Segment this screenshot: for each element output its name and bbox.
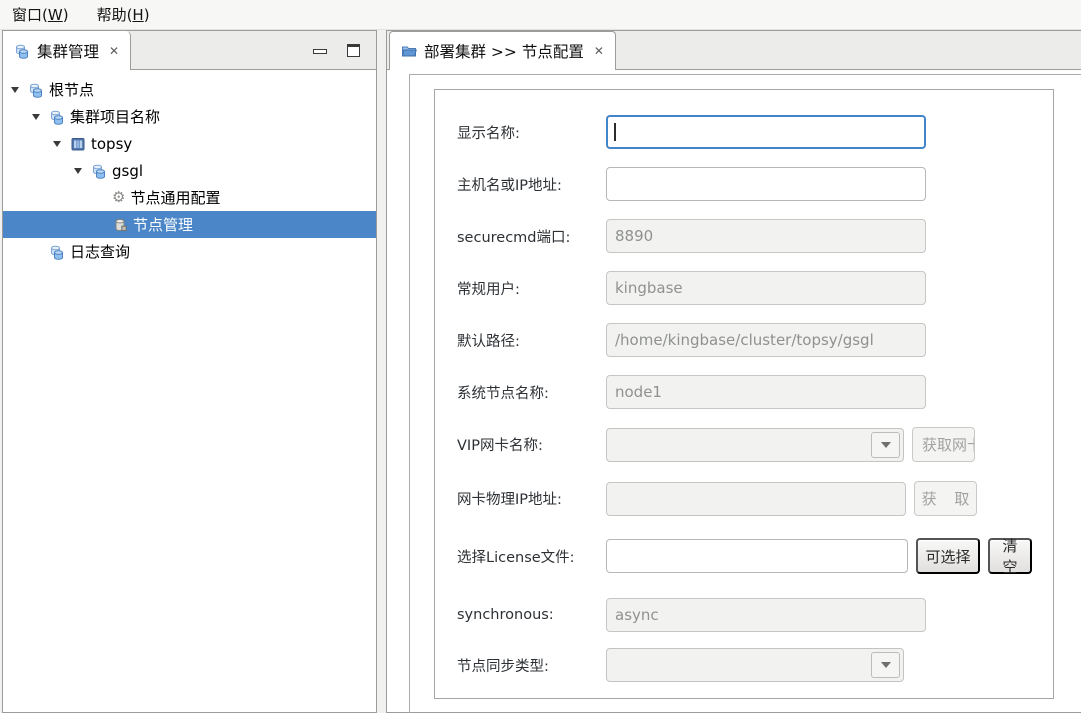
chevron-down-icon[interactable]	[871, 652, 900, 678]
gear-icon: ⚙	[112, 190, 125, 205]
field-label: 显示名称:	[457, 122, 606, 143]
maximize-icon[interactable]	[347, 44, 360, 57]
cluster-management-view: 集群管理 ✕ 根节点 集群项目名称	[2, 30, 377, 713]
menu-help-mnemonic: H	[132, 6, 143, 24]
form-row-node-sync-type: 节点同步类型:	[457, 648, 1053, 682]
tree-item-root-node[interactable]: 根节点	[3, 76, 376, 103]
field-label: 默认路径:	[457, 330, 606, 351]
form-row-regular-user: 常规用户:	[457, 271, 1053, 305]
form-row-hostname-ip: 主机名或IP地址:	[457, 167, 1053, 201]
form-row-synchronous: synchronous:	[457, 598, 1053, 632]
menu-help[interactable]: 帮助(H)	[97, 4, 150, 25]
close-icon[interactable]: ✕	[109, 45, 119, 57]
menu-help-text-end: )	[144, 6, 150, 24]
cluster-db-icon	[91, 163, 107, 179]
tree-item-gsgl[interactable]: gsgl	[3, 157, 376, 184]
cluster-tree: 根节点 集群项目名称 topsy gsgl	[3, 70, 376, 712]
field-label: 节点同步类型:	[457, 655, 606, 676]
node-icon	[112, 217, 128, 233]
regular-user-input[interactable]	[606, 271, 926, 305]
left-tab-strip: 集群管理 ✕	[3, 31, 376, 70]
form-row-securecmd-port: securecmd端口:	[457, 219, 1053, 253]
tree-item-node-common-config[interactable]: ⚙ 节点通用配置	[3, 184, 376, 211]
node-sync-type-combo[interactable]	[606, 648, 904, 682]
menu-window-mnemonic: W	[48, 6, 63, 24]
editor-content: 显示名称: 主机名或IP地址: securecmd端口: 常规用户:	[387, 70, 1081, 712]
tree-item-topsy[interactable]: topsy	[3, 130, 376, 157]
menu-window[interactable]: 窗口(W)	[12, 4, 69, 25]
folder-icon	[401, 43, 417, 59]
form-row-display-name: 显示名称:	[457, 115, 1053, 149]
expander-down-icon[interactable]	[11, 87, 28, 93]
tab-label: 集群管理	[37, 40, 99, 62]
menu-bar: 窗口(W) 帮助(H)	[0, 0, 1081, 30]
cluster-db-icon	[49, 244, 65, 260]
expander-down-icon[interactable]	[53, 141, 70, 147]
node-config-editor-view: 部署集群 >> 节点配置 ✕ 显示名称: 主机名或IP地址: securecm	[386, 30, 1081, 713]
tab-deploy-cluster-node-config[interactable]: 部署集群 >> 节点配置 ✕	[389, 31, 616, 70]
form-row-system-node-name: 系统节点名称:	[457, 375, 1053, 409]
form-row-vip-netcard: VIP网卡名称: 获取网卡	[457, 427, 1053, 462]
display-name-input[interactable]	[606, 115, 926, 149]
field-label: VIP网卡名称:	[457, 434, 606, 455]
tree-item-label: gsgl	[112, 162, 143, 180]
close-icon[interactable]: ✕	[594, 45, 604, 57]
netcard-physical-ip-input[interactable]	[606, 482, 906, 516]
form-row-default-path: 默认路径:	[457, 323, 1053, 357]
license-file-input[interactable]	[606, 539, 908, 573]
hostname-ip-input[interactable]	[606, 167, 926, 201]
get-ip-button[interactable]: 获 取	[914, 481, 977, 516]
tree-item-log-query[interactable]: 日志查询	[3, 238, 376, 265]
tree-item-label: 根节点	[49, 79, 94, 100]
menu-help-text: 帮助(	[97, 4, 133, 25]
expander-down-icon[interactable]	[32, 114, 49, 120]
tab-cluster-management[interactable]: 集群管理 ✕	[3, 31, 131, 70]
expander-down-icon[interactable]	[74, 168, 91, 174]
tree-item-node-management[interactable]: 节点管理	[3, 211, 376, 238]
field-label: 主机名或IP地址:	[457, 174, 606, 195]
field-label: synchronous:	[457, 607, 606, 623]
text-caret	[614, 123, 616, 141]
clear-license-button[interactable]: 清空	[988, 538, 1032, 574]
cluster-db-icon	[14, 43, 30, 59]
tree-item-label: 日志查询	[70, 241, 130, 262]
field-label: 系统节点名称:	[457, 382, 606, 403]
chevron-down-icon[interactable]	[871, 432, 900, 458]
form-row-license-file: 选择License文件: 可选择 清空	[457, 538, 1053, 574]
tree-item-label: 节点管理	[133, 214, 193, 235]
synchronous-input[interactable]	[606, 598, 926, 632]
tree-item-cluster-project-name[interactable]: 集群项目名称	[3, 103, 376, 130]
securecmd-port-input[interactable]	[606, 219, 926, 253]
tab-label: 部署集群 >> 节点配置	[424, 40, 584, 62]
default-path-input[interactable]	[606, 323, 926, 357]
form-row-netcard-physical-ip: 网卡物理IP地址: 获 取	[457, 481, 1053, 516]
editor-tab-strip: 部署集群 >> 节点配置 ✕	[387, 31, 1081, 70]
select-license-button[interactable]: 可选择	[916, 538, 980, 574]
tree-item-label: 节点通用配置	[130, 187, 220, 208]
get-netcard-button[interactable]: 获取网卡	[912, 427, 975, 462]
menu-window-text: 窗口(	[12, 4, 48, 25]
tree-item-label: 集群项目名称	[70, 106, 160, 127]
cluster-db-icon	[28, 82, 44, 98]
menu-window-text-end: )	[63, 6, 69, 24]
tree-item-label: topsy	[91, 135, 132, 153]
cluster-db-icon	[49, 109, 65, 125]
field-label: securecmd端口:	[457, 226, 606, 247]
vip-netcard-combo[interactable]	[606, 428, 904, 462]
field-label: 常规用户:	[457, 278, 606, 299]
system-node-name-input[interactable]	[606, 375, 926, 409]
project-icon	[70, 136, 86, 152]
field-label: 选择License文件:	[457, 546, 606, 567]
node-config-form: 显示名称: 主机名或IP地址: securecmd端口: 常规用户:	[434, 89, 1054, 699]
field-label: 网卡物理IP地址:	[457, 488, 606, 509]
minimize-icon[interactable]	[313, 49, 327, 54]
